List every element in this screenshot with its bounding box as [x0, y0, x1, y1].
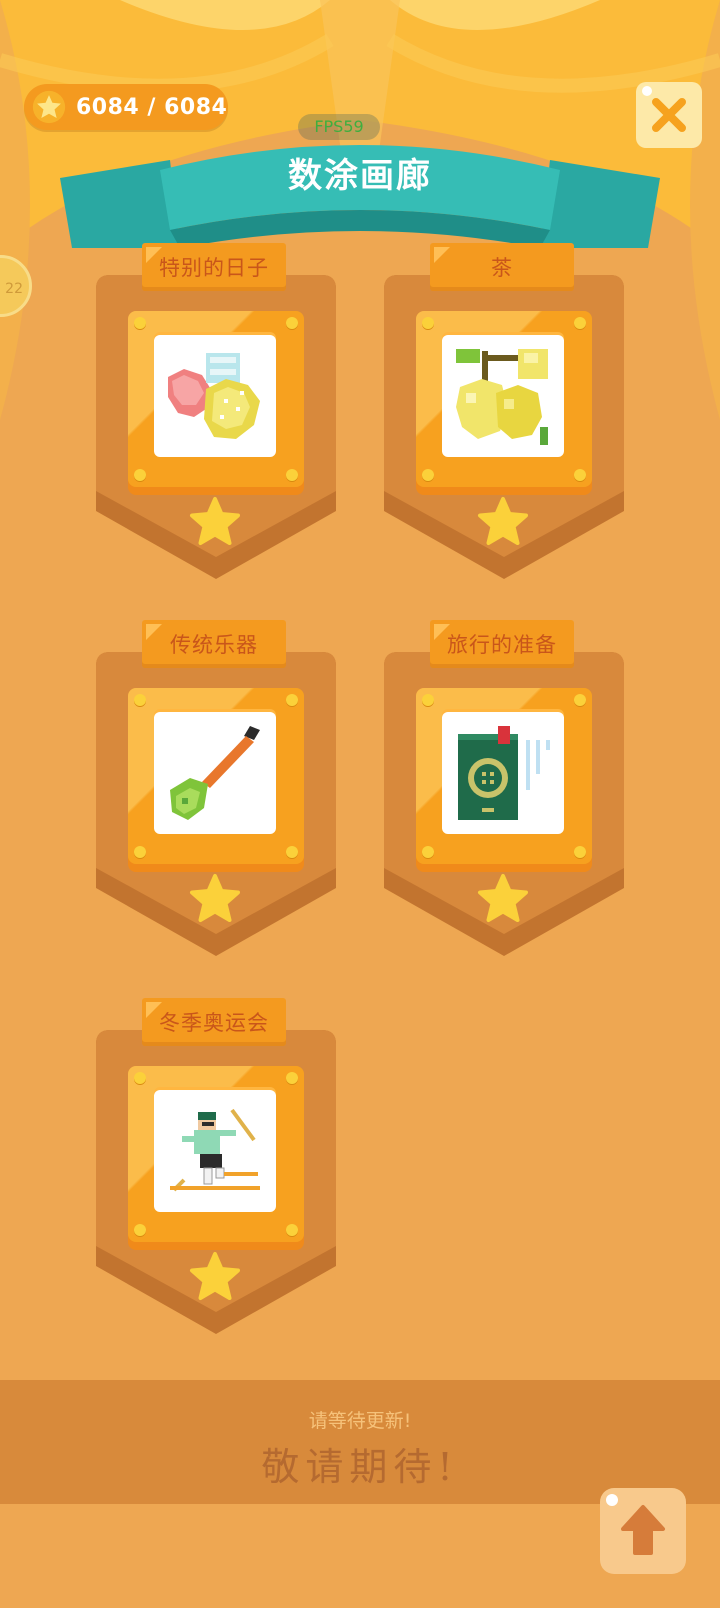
highlight-dot — [606, 1494, 618, 1506]
album-frame — [128, 688, 304, 864]
star-icon — [478, 497, 528, 545]
album-frame — [416, 688, 592, 864]
star-icon — [478, 874, 528, 922]
lemon-pixel-art — [442, 335, 564, 457]
highlight-dot — [642, 86, 652, 96]
album-label: 旅行的准备 — [447, 633, 557, 657]
album-frame — [416, 311, 592, 487]
star-icon — [32, 90, 66, 124]
album-label: 特别的日子 — [159, 256, 269, 280]
album-card-special-days[interactable]: 特别的日子 — [96, 243, 336, 583]
passport-pixel-art — [442, 712, 564, 834]
album-tab: 旅行的准备 — [430, 620, 574, 668]
fps-counter: FPS59 — [298, 114, 380, 140]
close-icon — [652, 98, 686, 132]
fruit-pixel-art — [154, 335, 276, 457]
skier-pixel-art — [154, 1090, 276, 1212]
instrument-pixel-art — [154, 712, 276, 834]
page-title: 数涂画廊 — [288, 156, 432, 196]
scroll-top-button[interactable] — [600, 1488, 686, 1574]
album-label: 冬季奥运会 — [159, 1011, 269, 1035]
album-card-travel-prep[interactable]: 旅行的准备 — [384, 620, 624, 960]
score-display: 6084 / 6084 — [24, 84, 228, 130]
album-tab: 茶 — [430, 243, 574, 291]
album-card-tea[interactable]: 茶 — [384, 243, 624, 583]
album-frame — [128, 311, 304, 487]
star-icon — [190, 497, 240, 545]
album-tab: 冬季奥运会 — [142, 998, 286, 1046]
album-tab: 传统乐器 — [142, 620, 286, 668]
album-tab: 特别的日子 — [142, 243, 286, 291]
score-text: 6084 / 6084 — [76, 94, 228, 120]
album-card-traditional-instruments[interactable]: 传统乐器 — [96, 620, 336, 960]
album-label: 传统乐器 — [170, 633, 258, 657]
star-icon — [190, 874, 240, 922]
album-card-winter-olympics[interactable]: 冬季奥运会 — [96, 998, 336, 1338]
footer-message: 敬请期待! — [261, 1445, 459, 1489]
album-label: 茶 — [491, 256, 513, 280]
arrow-up-icon — [621, 1505, 665, 1555]
star-icon — [190, 1252, 240, 1300]
footer-subtitle: 请等待更新! — [308, 1410, 412, 1432]
album-frame — [128, 1066, 304, 1242]
